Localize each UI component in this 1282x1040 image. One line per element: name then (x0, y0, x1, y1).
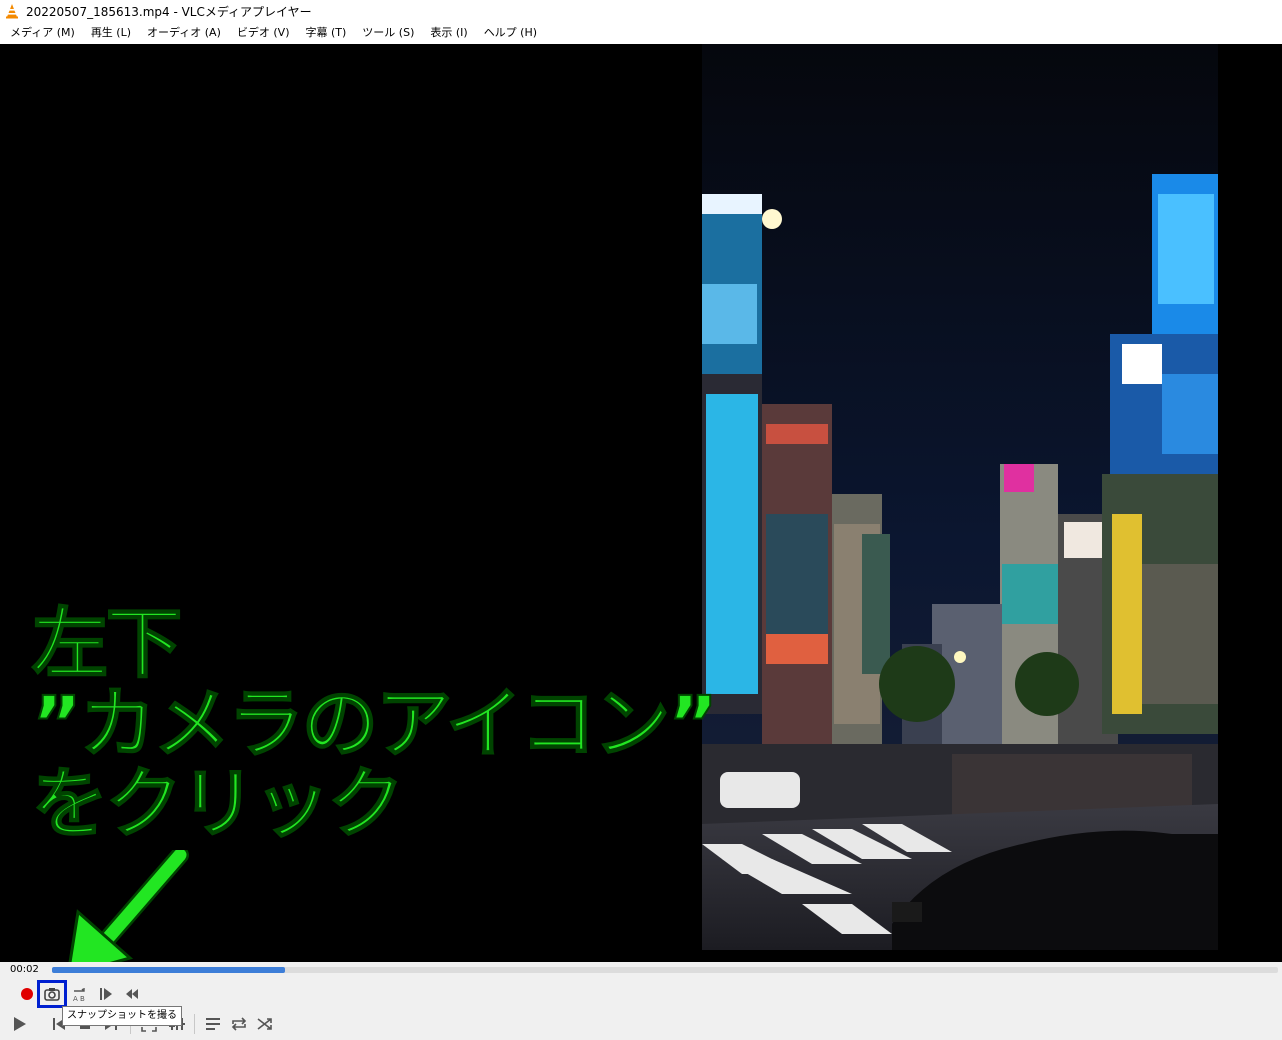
svg-text:A B: A B (73, 995, 85, 1003)
loop-ab-button[interactable]: A B (69, 983, 91, 1005)
shuffle-button[interactable] (254, 1013, 276, 1035)
menu-subtitle[interactable]: 字幕 (T) (297, 22, 354, 44)
playlist-button[interactable] (202, 1013, 224, 1035)
annotation-arrow-icon (66, 850, 189, 978)
annotation-line-3: をクリック (31, 759, 405, 848)
menu-view[interactable]: 表示 (I) (422, 22, 475, 44)
annotation-line-1: 左下 (31, 599, 183, 688)
frame-step-icon (100, 988, 112, 1000)
video-frame-image (702, 44, 1218, 950)
seek-row: 00:02 (0, 962, 1282, 978)
shuffle-icon (257, 1018, 272, 1030)
slower-icon (126, 989, 138, 999)
menu-bar: メディア (M) 再生 (L) オーディオ (A) ビデオ (V) 字幕 (T)… (0, 22, 1282, 44)
snapshot-tooltip: スナップショットを撮る (62, 1006, 182, 1026)
play-icon (14, 1017, 26, 1031)
menu-media[interactable]: メディア (M) (2, 22, 83, 44)
play-button[interactable] (6, 1011, 32, 1037)
loop-button[interactable] (228, 1013, 250, 1035)
frame-step-button[interactable] (95, 983, 117, 1005)
record-button[interactable] (16, 983, 38, 1005)
instruction-annotation: 左下 ”カメラのアイコン” をクリック (31, 599, 719, 848)
loop-ab-icon: A B (73, 988, 85, 1003)
menu-audio[interactable]: オーディオ (A) (139, 22, 229, 44)
elapsed-time: 00:02 (10, 964, 39, 975)
record-icon (21, 988, 33, 1000)
snapshot-highlight-box (37, 980, 67, 1008)
annotation-line-2: ”カメラのアイコン” (31, 679, 719, 768)
playlist-icon (206, 1018, 220, 1030)
seek-slider[interactable] (52, 967, 1278, 973)
title-bar: 20220507_185613.mp4 - VLCメディアプレイヤー (0, 0, 1282, 22)
window-title: 20220507_185613.mp4 - VLCメディアプレイヤー (26, 4, 312, 19)
menu-help[interactable]: ヘルプ (H) (476, 22, 545, 44)
slower-button[interactable] (121, 983, 143, 1005)
menu-video[interactable]: ビデオ (V) (229, 22, 298, 44)
loop-icon (231, 1017, 247, 1031)
menu-tools[interactable]: ツール (S) (354, 22, 422, 44)
seek-progress (52, 967, 285, 973)
separator (194, 1014, 195, 1034)
control-bar: A B (0, 978, 1282, 1040)
vlc-cone-icon (6, 4, 18, 19)
menu-playback[interactable]: 再生 (L) (83, 22, 139, 44)
